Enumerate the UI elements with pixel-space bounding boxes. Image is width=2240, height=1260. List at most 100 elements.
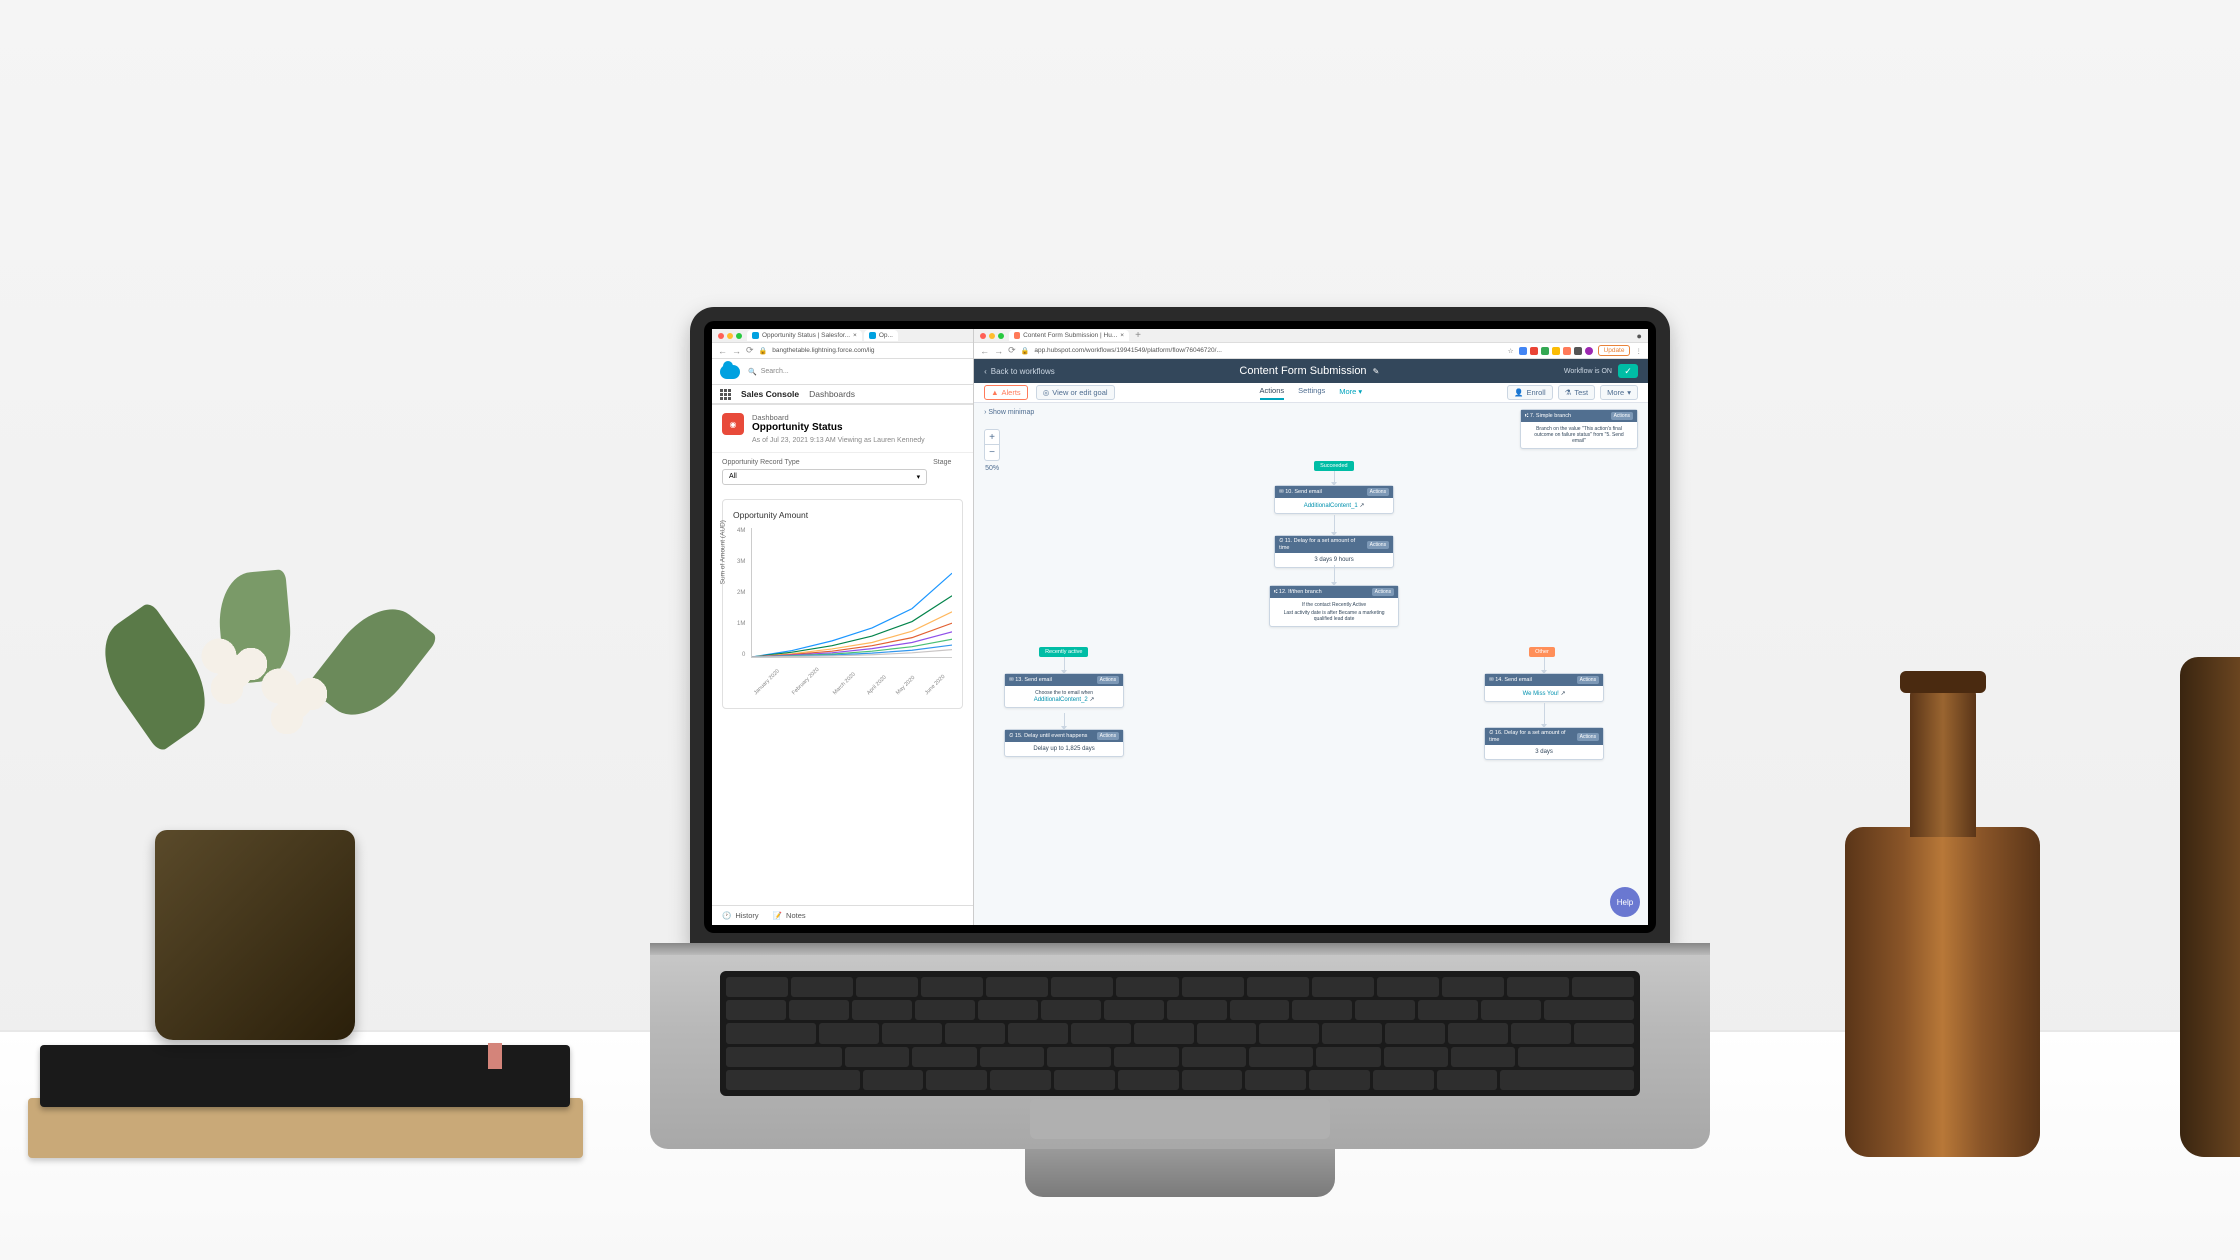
- workflow-node-14[interactable]: ✉ 14. Send emailActions We Miss You! ↗: [1484, 673, 1604, 702]
- extension-icon[interactable]: [1563, 347, 1571, 355]
- salesforce-nav: Sales Console Dashboards: [712, 385, 973, 405]
- new-tab-button[interactable]: +: [1131, 330, 1145, 341]
- tab-label: Op...: [879, 332, 893, 339]
- page-title: Content Form Submission ✎: [1239, 365, 1379, 377]
- filter-value: All: [729, 473, 737, 481]
- close-icon[interactable]: ×: [853, 332, 857, 339]
- close-icon[interactable]: ×: [1120, 332, 1124, 339]
- branch-tag-succeeded: Succeeded: [1314, 461, 1354, 471]
- browser-tab-2[interactable]: Op...: [864, 330, 898, 341]
- close-dot[interactable]: [718, 333, 724, 339]
- address-bar: ← → ⟳ 🔒 app.hubspot.com/workflows/199415…: [974, 343, 1648, 359]
- lock-icon: 🔒: [759, 347, 768, 355]
- url-text[interactable]: app.hubspot.com/workflows/19941549/platf…: [1034, 347, 1502, 354]
- tab-label: Content Form Submission | Hu...: [1023, 332, 1117, 339]
- window-controls: Content Form Submission | Hu... × + ●: [974, 329, 1648, 343]
- workflow-node-13[interactable]: ✉ 13. Send emailActions Choose the to em…: [1004, 673, 1124, 708]
- tab-settings[interactable]: Settings: [1298, 386, 1325, 400]
- back-icon[interactable]: ←: [718, 346, 727, 356]
- workflow-header: ‹ Back to workflows Content Form Submiss…: [974, 359, 1648, 383]
- update-button[interactable]: Update: [1598, 345, 1631, 356]
- workflow-node-12[interactable]: ⑆ 12. If/then branchActions If the conta…: [1269, 585, 1399, 627]
- goal-button[interactable]: ◎View or edit goal: [1036, 385, 1115, 400]
- test-button[interactable]: ⚗Test: [1558, 385, 1596, 400]
- zoom-level: 50%: [984, 465, 1000, 472]
- puzzle-icon[interactable]: [1574, 347, 1582, 355]
- toggle-label: Workflow is ON: [1564, 368, 1612, 375]
- filter-label: Stage: [933, 459, 963, 466]
- filter-record-type[interactable]: All ▾: [722, 469, 927, 485]
- menu-icon[interactable]: ⋮: [1635, 347, 1642, 355]
- url-text[interactable]: bangthetable.lightning.force.com/lig: [772, 347, 874, 354]
- nav-dashboards[interactable]: Dashboards: [809, 389, 855, 399]
- x-axis-ticks: January 2020 February 2020 March 2020 Ap…: [751, 692, 952, 698]
- search-placeholder: Search...: [761, 368, 789, 375]
- tab-actions[interactable]: Actions: [1260, 386, 1285, 400]
- app-launcher-icon[interactable]: [720, 389, 731, 400]
- history-button[interactable]: 🕐History: [722, 911, 759, 920]
- flask-icon: ⚗: [1565, 388, 1572, 397]
- forward-icon[interactable]: →: [994, 346, 1003, 356]
- amber-bottle: [1845, 657, 2040, 1157]
- search-input[interactable]: 🔍 Search...: [748, 368, 898, 376]
- dashboard-label: Dashboard: [752, 413, 925, 422]
- maximize-dot[interactable]: [736, 333, 742, 339]
- forward-icon[interactable]: →: [732, 346, 741, 356]
- close-dot[interactable]: [980, 333, 986, 339]
- dashboard-footer: 🕐History 📝Notes: [712, 905, 973, 925]
- extension-icon[interactable]: [1530, 347, 1538, 355]
- back-icon[interactable]: ←: [980, 346, 989, 356]
- tab-more[interactable]: More▾: [1339, 386, 1362, 400]
- workflow-node-16[interactable]: ⏲ 16. Delay for a set amount of timeActi…: [1484, 727, 1604, 760]
- branch-tag-recently-active: Recently active: [1039, 647, 1088, 657]
- laptop-base: [650, 949, 1710, 1149]
- reload-icon[interactable]: ⟳: [1008, 345, 1016, 356]
- extension-icon[interactable]: [1519, 347, 1527, 355]
- browser-tab-hubspot[interactable]: Content Form Submission | Hu... ×: [1009, 330, 1129, 341]
- filter-label: Opportunity Record Type: [722, 459, 927, 466]
- minimize-dot[interactable]: [727, 333, 733, 339]
- extension-icon[interactable]: [1541, 347, 1549, 355]
- salesforce-logo-icon[interactable]: [720, 365, 740, 379]
- workflow-node-11[interactable]: ⏲ 11. Delay for a set amount of timeActi…: [1274, 535, 1394, 568]
- warning-icon: ▲: [991, 388, 998, 397]
- y-axis-ticks: 4M 3M 2M 1M 0: [737, 528, 745, 658]
- show-minimap-button[interactable]: › Show minimap: [984, 409, 1034, 416]
- laptop-foot: [1025, 1149, 1335, 1197]
- browser-tab-salesforce[interactable]: Opportunity Status | Salesfor... ×: [747, 330, 862, 341]
- workflow-toolbar: ▲Alerts ◎View or edit goal Actions Setti…: [974, 383, 1648, 403]
- workflow-node-15[interactable]: ⏲ 15. Delay until event happensActions D…: [1004, 729, 1124, 757]
- minimize-dot[interactable]: [989, 333, 995, 339]
- dashboard-header: ◉ Dashboard Opportunity Status As of Jul…: [712, 405, 973, 453]
- window-close-icon[interactable]: ●: [1637, 331, 1642, 341]
- more-button[interactable]: More▾: [1600, 385, 1638, 400]
- clock-icon: 🕐: [722, 911, 731, 920]
- workflow-toggle[interactable]: ✓: [1618, 364, 1638, 378]
- notes-button[interactable]: 📝Notes: [773, 911, 806, 920]
- reload-icon[interactable]: ⟳: [746, 345, 754, 356]
- extension-icons: [1519, 347, 1593, 355]
- enroll-button[interactable]: 👤Enroll: [1507, 385, 1553, 400]
- pencil-icon[interactable]: ✎: [1373, 367, 1380, 376]
- zoom-in-button[interactable]: +: [984, 429, 1000, 445]
- lock-icon: 🔒: [1021, 347, 1030, 355]
- app-name[interactable]: Sales Console: [741, 389, 799, 399]
- zoom-out-button[interactable]: −: [984, 445, 1000, 461]
- maximize-dot[interactable]: [998, 333, 1004, 339]
- avatar[interactable]: [1585, 347, 1593, 355]
- salesforce-window: Opportunity Status | Salesfor... × Op...: [712, 329, 974, 925]
- back-to-workflows[interactable]: ‹ Back to workflows: [984, 367, 1055, 376]
- workflow-node-7[interactable]: ⑆ 7. Simple branchActions Branch on the …: [1520, 409, 1638, 449]
- workflow-canvas[interactable]: › Show minimap + − 50% ⑆ 7. Simple branc…: [974, 403, 1648, 925]
- chevron-left-icon: ‹: [984, 367, 987, 376]
- dashboard-filters: Opportunity Record Type All ▾ Stage: [712, 453, 973, 491]
- alerts-button[interactable]: ▲Alerts: [984, 385, 1028, 400]
- star-icon[interactable]: ☆: [1508, 347, 1514, 355]
- search-icon: 🔍: [748, 368, 757, 376]
- help-button[interactable]: Help: [1610, 887, 1640, 917]
- chevron-down-icon: ▾: [917, 473, 921, 481]
- plant-foliage: [75, 552, 440, 842]
- trackpad: [1030, 1099, 1330, 1139]
- workflow-node-10[interactable]: ✉ 10. Send emailActions AdditionalConten…: [1274, 485, 1394, 514]
- extension-icon[interactable]: [1552, 347, 1560, 355]
